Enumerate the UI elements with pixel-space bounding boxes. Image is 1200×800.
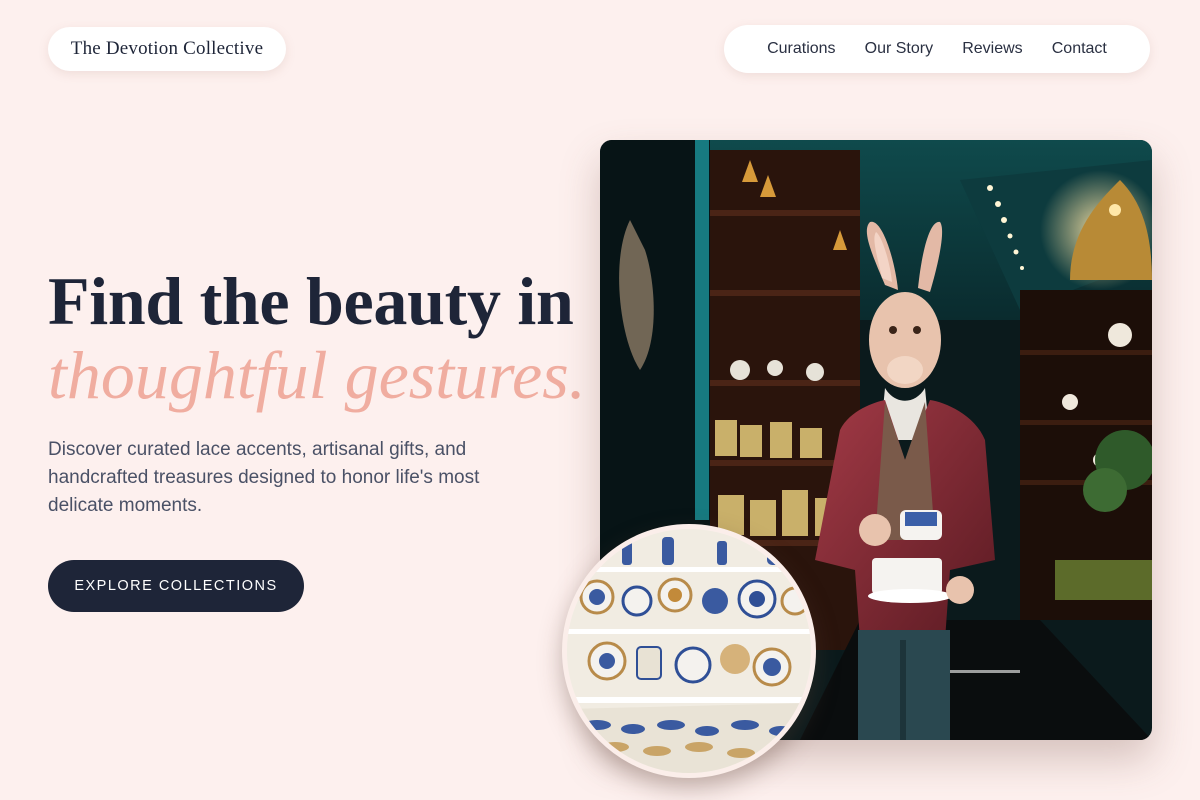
brand-name: The Devotion Collective: [70, 38, 264, 59]
nav-link-contact[interactable]: Contact: [1052, 40, 1107, 58]
ceramics-inset-photo: [562, 524, 816, 778]
hero-title-line-1: Find the beauty in: [48, 263, 574, 339]
nav-link-reviews[interactable]: Reviews: [962, 40, 1022, 58]
explore-collections-button[interactable]: EXPLORE COLLECTIONS: [48, 560, 304, 612]
hero-title-line-2: thoughtful gestures.: [48, 337, 586, 413]
nav-link-curations[interactable]: Curations: [767, 40, 835, 58]
main-nav: Curations Our Story Reviews Contact: [724, 25, 1150, 73]
brand-logo[interactable]: The Devotion Collective: [48, 27, 286, 71]
hero-description: Discover curated lace accents, artisanal…: [48, 439, 480, 516]
ceramics-illustration: [567, 529, 811, 773]
nav-link-our-story[interactable]: Our Story: [865, 40, 933, 58]
